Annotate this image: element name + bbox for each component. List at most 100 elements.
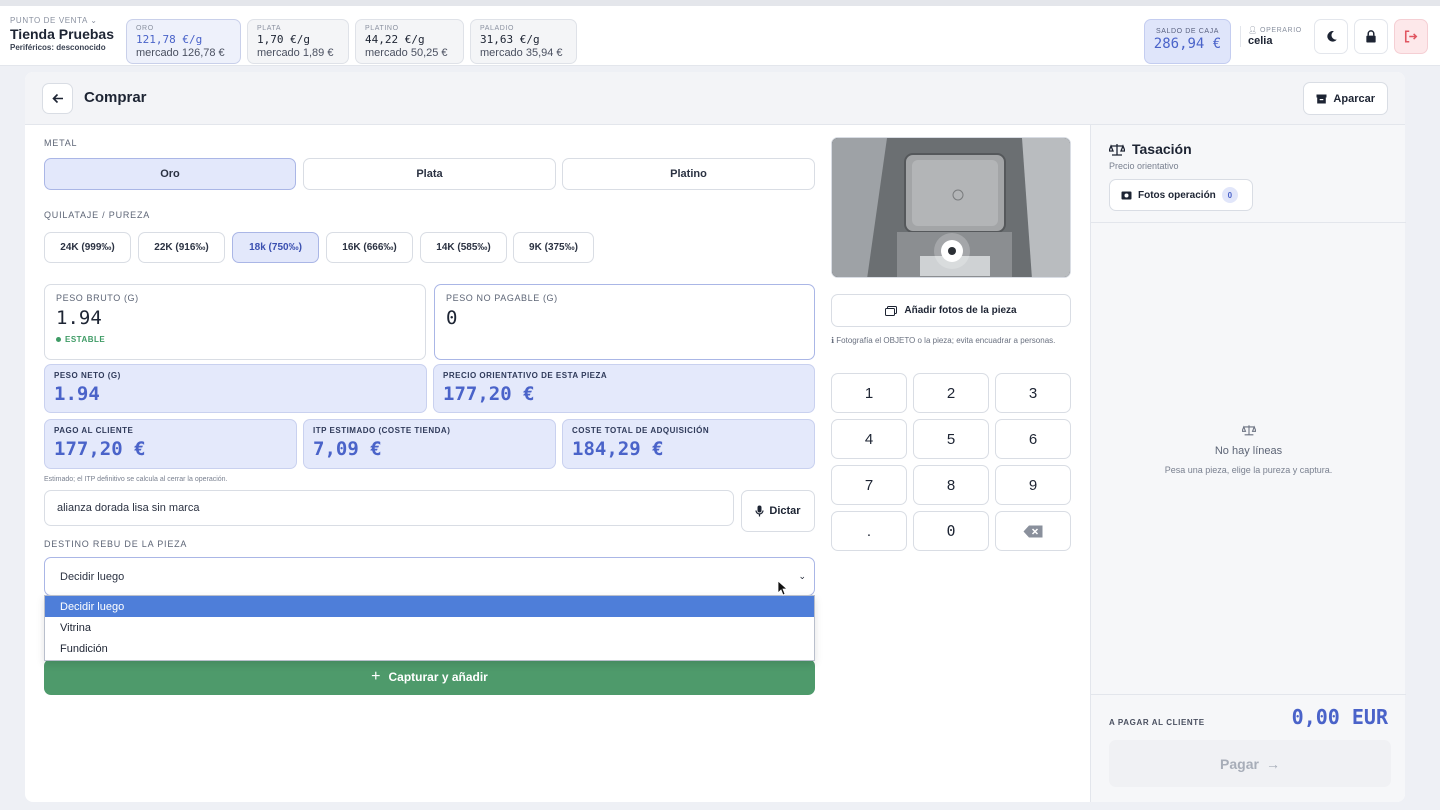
dictate-button[interactable]: Dictar [741,490,815,532]
back-button[interactable] [42,83,73,114]
info-icon: ℹ︎ [831,336,835,345]
capture-add-label: Capturar y añadir [388,670,488,684]
appraisal-subtitle: Precio orientativo [1109,161,1179,171]
destination-option-fundicion[interactable]: Fundición [45,638,814,659]
price-card-plata: PLATA 1,70 €/g mercado 1,89 € [247,19,349,64]
price-label: ORO [136,25,154,32]
price-card-oro: ORO 121,78 €/g mercado 126,78 € [126,19,241,64]
empty-lines-subtitle: Pesa una pieza, elige la pureza y captur… [1164,465,1333,475]
keypad-backspace[interactable] [995,511,1071,551]
keypad-9[interactable]: 9 [995,465,1071,505]
estimated-price-value: 177,20 € [443,383,535,405]
store-name: Tienda Pruebas [10,26,115,42]
cash-balance-label: SALDO DE CAJA [1155,28,1220,35]
park-button[interactable]: Aparcar [1303,82,1388,115]
description-input[interactable]: alianza dorada lisa sin marca [44,490,734,526]
client-payment-value: 177,20 € [54,438,146,460]
price-value: 121,78 €/g [136,33,203,46]
purity-option-16k[interactable]: 16K (666‰) [326,232,413,263]
keypad-3[interactable]: 3 [995,373,1071,413]
itp-label: ITP ESTIMADO (COSTE TIENDA) [313,426,451,435]
metal-option-platino[interactable]: Platino [562,158,815,190]
panel-divider [1091,222,1406,223]
arrow-left-icon [51,93,63,104]
store-label: PUNTO DE VENTA ⌄ [10,16,98,25]
destination-dropdown: Decidir luego Vitrina Fundición [44,595,815,661]
photo-icon [1121,191,1132,200]
add-photos-button[interactable]: Añadir fotos de la pieza [831,294,1071,327]
destination-option-vitrina[interactable]: Vitrina [45,617,814,638]
total-cost-value: 184,29 € [572,438,664,460]
price-label: PLATINO [365,25,399,32]
client-payment-card: PAGO AL CLIENTE 177,20 € [44,419,297,469]
client-payment-label: PAGO AL CLIENTE [54,426,134,435]
keypad-7[interactable]: 7 [831,465,907,505]
keypad-6[interactable]: 6 [995,419,1071,459]
add-photos-label: Añadir fotos de la pieza [904,305,1017,316]
price-label: PALADIO [480,25,515,32]
destination-section-label: DESTINO REBU DE LA PIEZA [44,539,188,549]
lock-button[interactable] [1354,19,1388,54]
mouse-cursor-icon [777,580,787,596]
metal-option-oro[interactable]: Oro [44,158,296,190]
purity-option-22k[interactable]: 22K (916‰) [138,232,225,263]
keypad-4[interactable]: 4 [831,419,907,459]
purity-option-14k[interactable]: 14K (585‰) [420,232,507,263]
destination-select[interactable]: Decidir luego ⌄ [44,557,815,596]
status-dot-icon [56,337,61,342]
logout-button[interactable] [1394,19,1428,54]
logout-icon [1404,30,1418,43]
photos-count-badge: 0 [1221,187,1238,203]
metal-option-plata[interactable]: Plata [303,158,556,190]
purity-option-18k[interactable]: 18k (750‰) [232,232,319,263]
panel-divider [1091,694,1406,695]
dictate-button-label: Dictar [769,505,801,517]
purity-section-label: QUILATAJE / PUREZA [44,210,151,220]
keypad-1[interactable]: 1 [831,373,907,413]
scale-icon [1109,143,1125,156]
price-value: 44,22 €/g [365,33,425,46]
store-selector[interactable]: PUNTO DE VENTA ⌄ Tienda Pruebas Periféri… [10,16,114,52]
park-button-label: Aparcar [1333,92,1375,105]
cash-balance-value: 286,94 € [1153,36,1222,52]
operation-photos-button[interactable]: Fotos operación 0 [1109,179,1253,211]
destination-option-decidir-luego[interactable]: Decidir luego [45,596,814,617]
price-value: 1,70 €/g [257,33,310,46]
gross-weight-label: PESO BRUTO (G) [56,293,139,303]
camera-feed-image [832,138,1070,277]
purity-option-9k[interactable]: 9K (375‰) [513,232,594,263]
cash-balance[interactable]: SALDO DE CAJA 286,94 € [1144,19,1231,64]
operation-photos-label: Fotos operación [1138,189,1216,201]
keypad-5[interactable]: 5 [913,419,989,459]
price-market: mercado 1,89 € [257,47,334,59]
operator-info[interactable]: 👤︎ OPERARIO celia [1240,26,1302,47]
non-payable-weight-value: 0 [446,307,458,329]
destination-selected-value: Decidir luego [60,571,125,583]
pay-button[interactable]: Pagar → [1109,740,1391,787]
price-card-paladio: PALADIO 31,63 €/g mercado 35,94 € [470,19,577,64]
itp-note: Estimado; el ITP definitivo se calcula a… [44,476,228,483]
operator-label: 👤︎ OPERARIO [1248,27,1302,34]
lock-icon [1366,30,1376,43]
non-payable-weight-field[interactable]: PESO NO PAGABLE (G) 0 [434,284,815,360]
price-card-platino: PLATINO 44,22 €/g mercado 50,25 € [355,19,464,64]
itp-card: ITP ESTIMADO (COSTE TIENDA) 7,09 € [303,419,556,469]
pay-total-label: A PAGAR AL CLIENTE [1109,718,1205,727]
keypad-2[interactable]: 2 [913,373,989,413]
chevron-down-icon: ⌄ [90,16,98,25]
backspace-icon [1023,525,1043,537]
price-market: mercado 126,78 € [136,47,225,59]
dark-mode-button[interactable] [1314,19,1348,54]
capture-add-button[interactable]: + Capturar y añadir [44,659,815,695]
estimated-price-card: PRECIO ORIENTATIVO DE ESTA PIEZA 177,20 … [433,364,815,413]
purity-option-24k[interactable]: 24K (999‰) [44,232,131,263]
scale-status: ESTABLE [56,335,414,344]
keypad-decimal[interactable]: . [831,511,907,551]
keypad-8[interactable]: 8 [913,465,989,505]
arrow-right-icon: → [1265,755,1280,772]
keypad-0[interactable]: 0 [913,511,989,551]
itp-value: 7,09 € [313,438,382,460]
operator-name: celia [1248,35,1273,47]
camera-preview[interactable] [831,137,1071,278]
gross-weight-field[interactable]: PESO BRUTO (G) 1.94 ESTABLE [44,284,426,360]
